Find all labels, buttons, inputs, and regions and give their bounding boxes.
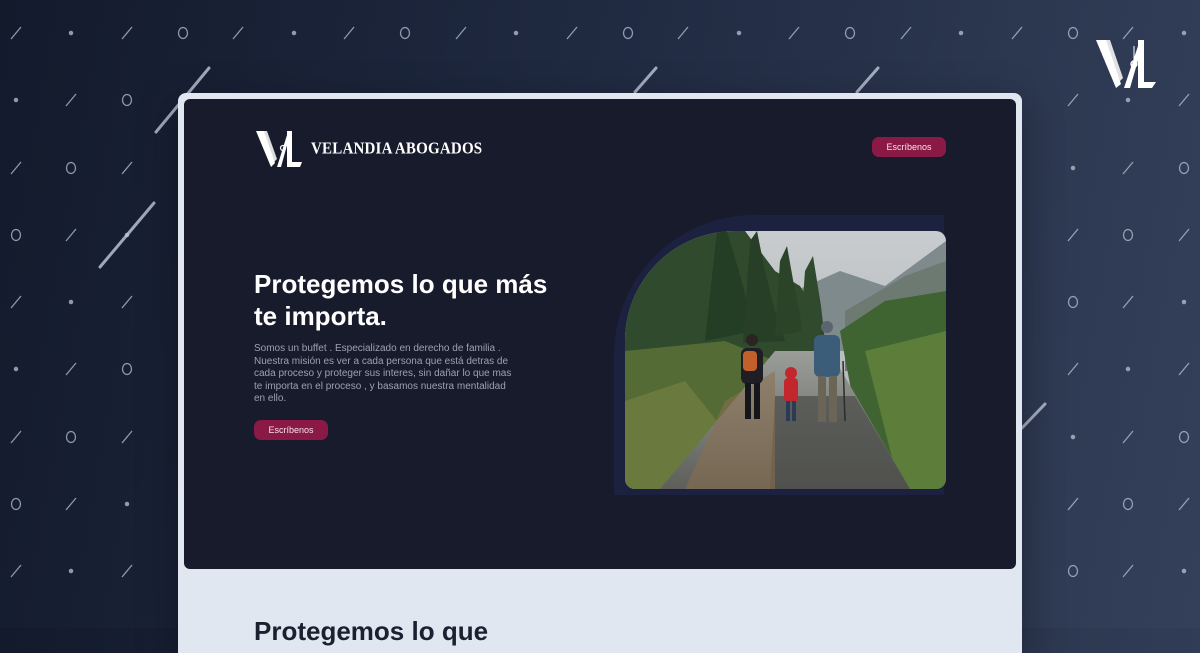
background-glyph [1125, 97, 1131, 103]
hero-contact-button[interactable]: Escríbenos [254, 420, 328, 440]
background-glyph [1125, 366, 1131, 372]
background-glyph [1181, 568, 1187, 574]
background-glyph [232, 26, 244, 40]
background-glyph [68, 299, 74, 305]
background-glyph [68, 568, 74, 574]
background-glyph [121, 362, 133, 376]
background-glyph [10, 430, 22, 444]
background-glyph [291, 30, 297, 36]
background-glyph [65, 362, 77, 376]
background-glyph [121, 295, 133, 309]
background-glyph [13, 366, 19, 372]
background-glyph [1122, 564, 1134, 578]
background-glyph [1122, 228, 1134, 242]
family-walking-photo [625, 231, 946, 489]
background-glyph [10, 295, 22, 309]
background-glyph [513, 30, 519, 36]
background-glyph [455, 26, 467, 40]
background-glyph [10, 497, 22, 511]
background-glyph [1067, 564, 1079, 578]
background-glyph [1181, 30, 1187, 36]
hero-photo [625, 231, 946, 489]
background-glyph [1178, 430, 1190, 444]
background-glyph [10, 564, 22, 578]
website-preview-frame: VELANDIA ABOGADOS Escríbenos Protegemos … [178, 93, 1022, 653]
background-glyph [736, 30, 742, 36]
background-glyph [121, 26, 133, 40]
hero-section: VELANDIA ABOGADOS Escríbenos Protegemos … [184, 99, 1016, 569]
background-glyph [343, 26, 355, 40]
background-glyph [1067, 26, 1079, 40]
background-glyph [1122, 295, 1134, 309]
background-glyph [844, 26, 856, 40]
background-glyph [121, 430, 133, 444]
background-glyph [65, 497, 77, 511]
hero-description: Somos un buffet . Especializado en derec… [254, 343, 512, 404]
velandia-monogram-icon [256, 131, 302, 167]
background-glyph [121, 161, 133, 175]
background-glyph [1178, 93, 1190, 107]
background-glyph [677, 26, 689, 40]
background-glyph [68, 30, 74, 36]
background-glyph [121, 564, 133, 578]
background-glyph [13, 97, 19, 103]
background-glyph [399, 26, 411, 40]
background-glyph [1178, 362, 1190, 376]
background-glyph [1122, 161, 1134, 175]
background-glyph [1178, 228, 1190, 242]
header-contact-button[interactable]: Escríbenos [872, 137, 946, 157]
background-glyph [566, 26, 578, 40]
background-glyph [65, 430, 77, 444]
background-glyph [788, 26, 800, 40]
background-glyph [1067, 228, 1079, 242]
background-glyph [1011, 26, 1023, 40]
background-glyph [1122, 430, 1134, 444]
hero-headline: Protegemos lo que más te importa. [254, 269, 548, 331]
background-glyph [10, 26, 22, 40]
background-glyph [10, 161, 22, 175]
background-glyph [958, 30, 964, 36]
background-glyph [1178, 497, 1190, 511]
background-glyph [622, 26, 634, 40]
background-glyph [1178, 161, 1190, 175]
brand-name: VELANDIA ABOGADOS [311, 139, 483, 158]
background-glyph [1067, 497, 1079, 511]
background-glyph [900, 26, 912, 40]
background-glyph [124, 501, 130, 507]
background-glyph [1122, 497, 1134, 511]
section-title: Protegemos lo que [254, 616, 489, 646]
background-glyph [121, 93, 133, 107]
background-glyph [1181, 299, 1187, 305]
brand-logo[interactable]: VELANDIA ABOGADOS [255, 129, 482, 169]
background-glyph [1067, 93, 1079, 107]
background-glyph [1070, 434, 1076, 440]
background-glyph [65, 161, 77, 175]
background-glyph [65, 228, 77, 242]
background-glyph [1067, 362, 1079, 376]
corner-logo-icon [1096, 40, 1156, 88]
background-glyph [65, 93, 77, 107]
background-glyph [1070, 165, 1076, 171]
background-glyph [1067, 295, 1079, 309]
background-glyph [10, 228, 22, 242]
background-glyph [177, 26, 189, 40]
